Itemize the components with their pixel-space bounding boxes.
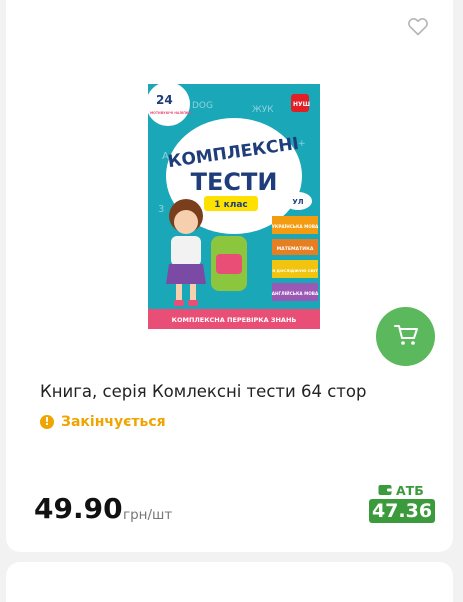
- stock-status-text: Закінчується: [61, 414, 166, 430]
- cover-badge-text: МОТИВУЮЧІ НАЛІПКИ: [150, 111, 191, 115]
- cover-subject-1: УКРАЇНСЬКА МОВА: [272, 224, 319, 229]
- store-price-badge: 47.36: [369, 499, 435, 523]
- cover-doodle-dog: DOG: [192, 101, 213, 111]
- favorite-heart-icon[interactable]: [406, 14, 430, 38]
- cover-grade: 1 клас: [214, 200, 248, 210]
- price: 49.90: [34, 492, 123, 525]
- price-unit: грн/шт: [123, 507, 173, 523]
- store-name: АТБ: [396, 483, 424, 498]
- cover-brand: УЛ: [292, 198, 303, 206]
- cover-footer: КОМПЛЕКСНА ПЕРЕВІРКА ЗНАНЬ: [172, 316, 297, 324]
- exclamation-icon: !: [40, 415, 54, 429]
- cart-icon: [393, 323, 419, 351]
- cover-nush-logo: НУШ: [293, 101, 310, 108]
- next-product-card[interactable]: [6, 562, 453, 602]
- cover-subject-3: Я ДОСЛІДЖУЮ СВІТ: [272, 268, 318, 273]
- svg-text:3: 3: [158, 204, 164, 215]
- store-label: АТБ: [378, 481, 424, 500]
- wallet-icon: [378, 481, 392, 500]
- cover-doodle-zhuk: ЖУК: [252, 105, 274, 115]
- product-title[interactable]: Книга, серія Комлексні тести 64 стор: [40, 382, 440, 401]
- cover-subject-4: АНГЛІЙСЬКА МОВА: [272, 291, 319, 296]
- cover-subject-2: МАТЕМАТИКА: [277, 246, 314, 252]
- add-to-cart-button[interactable]: [376, 307, 435, 366]
- cover-badge-number: 24: [156, 93, 173, 107]
- product-image[interactable]: A 5 3 + DOG ЖУК 24 МОТИВУЮЧІ НАЛІПКИ НУШ…: [148, 84, 320, 329]
- cover-title-line2: ТЕСТИ: [191, 168, 278, 196]
- product-card[interactable]: A 5 3 + DOG ЖУК 24 МОТИВУЮЧІ НАЛІПКИ НУШ…: [6, 0, 453, 552]
- stock-status: ! Закінчується: [40, 414, 166, 430]
